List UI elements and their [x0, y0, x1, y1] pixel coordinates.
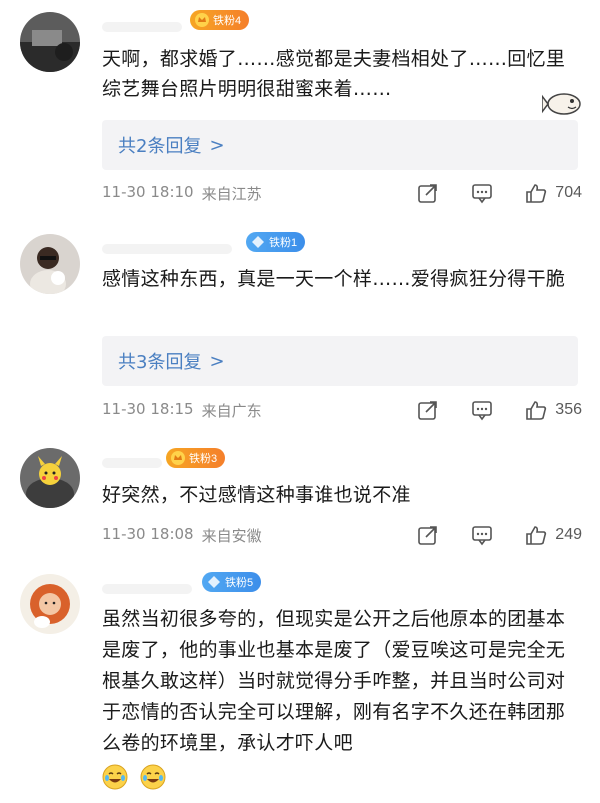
avatar[interactable] [20, 574, 80, 634]
comment-meta: 11-30 18:15 来自广东 [102, 400, 262, 421]
chevron-right-icon: > [209, 350, 225, 372]
share-icon[interactable] [415, 180, 441, 206]
replies-label: 共2条回复 [118, 136, 202, 157]
thumbs-up-icon[interactable] [523, 522, 549, 548]
username[interactable] [102, 584, 192, 594]
like-count: 704 [555, 184, 582, 201]
like-count: 356 [555, 401, 582, 418]
diamond-icon [206, 574, 222, 590]
comment-text: 虽然当初很多夸的，但现实是公开之后他原本的团基本是废了，他的事业也基本是废了（爱… [102, 604, 582, 792]
fan-badge: 铁粉4 [190, 10, 250, 30]
comment-meta: 11-30 18:10 来自江苏 [102, 183, 262, 204]
timestamp: 11-30 18:08 [102, 525, 194, 543]
fan-badge: 铁粉5 [202, 572, 262, 592]
badge-label: 铁粉4 [213, 15, 242, 27]
timestamp: 11-30 18:15 [102, 400, 194, 418]
username[interactable] [102, 22, 182, 32]
diamond-icon [250, 234, 266, 250]
crying-laughing-emoji-icon [102, 764, 128, 789]
comment-text: 天啊，都求婚了……感觉都是夫妻档相处了……回忆里综艺舞台照片明明很甜蜜来着…… [102, 48, 566, 100]
comment-actions: 704 [415, 180, 582, 206]
badge-label: 铁粉1 [269, 237, 298, 249]
crying-laughing-emoji-icon [140, 764, 166, 789]
comment-text-body: 虽然当初很多夸的，但现实是公开之后他原本的团基本是废了，他的事业也基本是废了（爱… [102, 608, 566, 754]
comment-icon[interactable] [469, 522, 495, 548]
comment-icon[interactable] [469, 397, 495, 423]
chevron-right-icon: > [209, 134, 225, 156]
comment-actions: 249 [415, 522, 582, 548]
username[interactable] [102, 458, 162, 468]
avatar[interactable] [20, 234, 80, 294]
comment-text: 感情这种东西，真是一天一个样……爱得疯狂分得干脆 [102, 268, 566, 290]
share-icon[interactable] [415, 522, 441, 548]
badge-label: 铁粉5 [225, 577, 254, 589]
fan-badge: 铁粉3 [166, 448, 226, 468]
crown-icon [170, 450, 186, 466]
location: 来自广东 [201, 402, 262, 420]
avatar[interactable] [20, 448, 80, 508]
comment-text: 好突然，不过感情这种事谁也说不准 [102, 484, 411, 506]
share-icon[interactable] [415, 397, 441, 423]
thumbs-up-icon[interactable] [523, 180, 549, 206]
timestamp: 11-30 18:10 [102, 183, 194, 201]
badge-label: 铁粉3 [189, 453, 218, 465]
comment-meta: 11-30 18:08 来自安徽 [102, 525, 262, 546]
view-replies-button[interactable]: 共2条回复 > [102, 120, 578, 170]
fan-badge: 铁粉1 [246, 232, 306, 252]
crown-icon [194, 12, 210, 28]
replies-label: 共3条回复 [118, 352, 202, 373]
comment-actions: 356 [415, 397, 582, 423]
avatar[interactable] [20, 12, 80, 72]
comment-icon[interactable] [469, 180, 495, 206]
like-count: 249 [555, 526, 582, 543]
thumbs-up-icon[interactable] [523, 397, 549, 423]
username[interactable] [102, 244, 232, 254]
view-replies-button[interactable]: 共3条回复 > [102, 336, 578, 386]
location: 来自安徽 [201, 527, 262, 545]
fish-sticker-icon [542, 93, 581, 115]
location: 来自江苏 [201, 185, 262, 203]
